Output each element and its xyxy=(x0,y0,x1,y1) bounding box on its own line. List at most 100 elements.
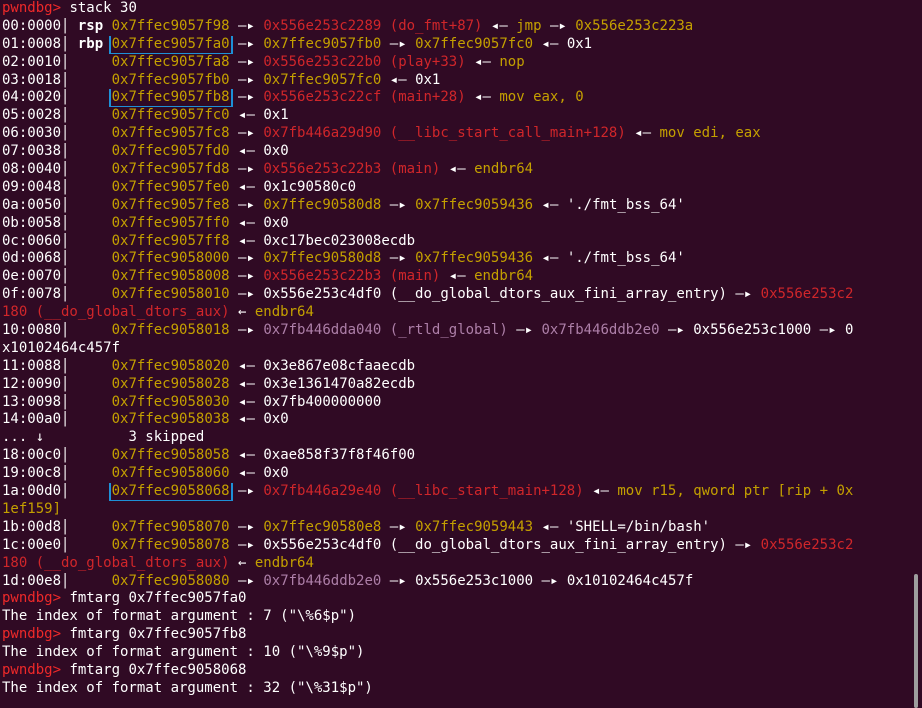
stack-index: 1a:00d0 xyxy=(2,483,62,500)
arrow-icon: —▸ xyxy=(229,89,264,106)
register-label xyxy=(69,215,111,231)
output-line: The index of format argument : 10 ("\%9$… xyxy=(2,644,910,662)
stack-row: 08:0040│ 0x7ffec9057fd8 —▸ 0x556e253c22b… xyxy=(2,161,910,179)
arrow-icon: ◂— xyxy=(440,161,475,178)
stack-address: 0x7ffec9057ff8 xyxy=(111,232,230,249)
register-label xyxy=(69,322,111,338)
arrow-icon: —▸ xyxy=(229,536,264,553)
chain-value: mov eax, 0 xyxy=(499,89,584,106)
stack-address: 0x7ffec9057fb0 xyxy=(111,71,230,88)
stack-row: 10:0080│ 0x7ffec9058018 —▸ 0x7fb446dda04… xyxy=(2,322,910,340)
register-label xyxy=(69,376,111,392)
arrow-icon: —▸ xyxy=(229,250,264,267)
chain-value: './fmt_bss_64' xyxy=(566,250,685,267)
stack-index: 0f:0078 xyxy=(2,286,62,303)
arrow-icon: ◂— xyxy=(229,107,264,124)
chain-value: 0x7fb400000000 xyxy=(263,393,382,410)
stack-row: 03:0018│ 0x7ffec9057fb0 —▸ 0x7ffec9057fc… xyxy=(2,72,910,90)
arrow-icon: ◂— xyxy=(229,143,264,160)
register-label xyxy=(69,465,111,481)
stack-index: 01:0008 xyxy=(2,35,62,52)
arrow-icon: —▸ xyxy=(229,53,264,70)
chain-value: 0x1 xyxy=(263,107,289,124)
arrow-icon: —▸ xyxy=(229,518,264,535)
chain-value: mov r15, qword ptr [rip + 0x xyxy=(617,483,854,500)
stack-index: 1c:00e0 xyxy=(2,536,62,553)
chain-value: endbr64 xyxy=(474,268,534,285)
chain-value: 0x556e253c223a xyxy=(575,17,694,34)
stack-address: 0x7ffec9058030 xyxy=(111,393,230,410)
arrow-icon: ◂— xyxy=(229,411,264,428)
arrow-icon: ◂— xyxy=(440,268,475,285)
register-label xyxy=(69,394,111,410)
chain-value: 0x7ffec90580e8 xyxy=(263,518,382,535)
chain-value: 0x1 xyxy=(415,71,441,88)
chain-value: 0x7fb446a29d90 (__libc_start_call_main+1… xyxy=(263,125,626,142)
chain-value: 0x10102464c457f xyxy=(566,572,694,589)
stack-index: 03:0018 xyxy=(2,71,62,88)
terminal-scrollbar[interactable] xyxy=(914,574,918,708)
stack-index: 06:0030 xyxy=(2,125,62,142)
chain-value: jmp xyxy=(516,17,542,34)
stack-row: 05:0028│ 0x7ffec9057fc0 ◂— 0x1 xyxy=(2,107,910,125)
chain-value: 0x0 xyxy=(263,214,289,231)
register-label xyxy=(69,358,111,374)
register-label xyxy=(69,107,111,123)
stack-address: 0x7ffec9057fa0 xyxy=(108,35,233,54)
terminal-output[interactable]: pwndbg> stack 30 00:0000│ rsp 0x7ffec9057… xyxy=(2,0,910,698)
chain-value: 0x556e253c22cf (main+28) xyxy=(263,89,466,106)
wrapped-segment: ← xyxy=(229,304,255,321)
stack-index: 1b:00d8 xyxy=(2,518,62,535)
register-label xyxy=(69,197,111,213)
wrapped-segment: endbr64 xyxy=(254,304,314,321)
arrow-icon: —▸ xyxy=(229,17,264,34)
stack-address: 0x7ffec9058060 xyxy=(111,465,230,482)
chain-value: 0xae858f37f8f46f00 xyxy=(263,447,416,464)
stack-address: 0x7ffec9058010 xyxy=(111,286,230,303)
chain-value: 0x7ffec9057fb0 xyxy=(263,35,382,52)
arrow-icon: ◂— xyxy=(583,483,618,500)
command-line: pwndbg> fmtarg 0x7ffec9058068 xyxy=(2,662,910,680)
wrapped-segment: x10102464c457f xyxy=(2,339,121,356)
stack-row: 12:0090│ 0x7ffec9058028 ◂— 0x3e1361470a8… xyxy=(2,376,910,394)
arrow-icon: ◂— xyxy=(229,357,264,374)
stack-index: 0b:0058 xyxy=(2,214,62,231)
register-label xyxy=(69,233,111,249)
chain-value: 'SHELL=/bin/bash' xyxy=(566,518,711,535)
stack-index: 18:00c0 xyxy=(2,447,62,464)
stack-index: 10:0080 xyxy=(2,322,62,339)
stack-row: 13:0098│ 0x7ffec9058030 ◂— 0x7fb40000000… xyxy=(2,394,910,412)
register-label xyxy=(69,72,111,88)
chain-value: endbr64 xyxy=(474,161,534,178)
arrow-icon: —▸ xyxy=(381,572,416,589)
arrow-icon: —▸ xyxy=(229,196,264,213)
chain-value: 0x556e253c4df0 (__do_global_dtors_aux_fi… xyxy=(263,536,727,553)
output-line: The index of format argument : 32 ("\%31… xyxy=(2,680,910,698)
stack-address: 0x7ffec9058038 xyxy=(111,411,230,428)
stack-address: 0x7ffec9057fe0 xyxy=(111,178,230,195)
chain-value: 0x556e253c2 xyxy=(760,536,854,553)
stack-row: 0f:0078│ 0x7ffec9058010 —▸ 0x556e253c4df… xyxy=(2,286,910,304)
output-text: The index of format argument : 7 ("\%6$p… xyxy=(2,608,357,625)
chain-value: 0x556e253c4df0 (__do_global_dtors_aux_fi… xyxy=(263,286,727,303)
arrow-icon: ◂— xyxy=(229,375,264,392)
skip-text: 3 skipped xyxy=(128,429,205,446)
register-label: rsp xyxy=(69,17,112,34)
chain-value: 0x0 xyxy=(263,143,289,160)
output-text: The index of format argument : 32 ("\%31… xyxy=(2,679,373,696)
stack-row: 19:00c8│ 0x7ffec9058060 ◂— 0x0 xyxy=(2,465,910,483)
chain-value: 0x556e253c22b3 (main) xyxy=(263,268,441,285)
chain-value: 0x7fb446ddb2e0 xyxy=(541,322,660,339)
chain-value: 0x3e1361470a82ecdb xyxy=(263,375,416,392)
stack-address: 0x7ffec9058028 xyxy=(111,375,230,392)
stack-row: 02:0010│ 0x7ffec9057fa8 —▸ 0x556e253c22b… xyxy=(2,54,910,72)
stack-address: 0x7ffec9058000 xyxy=(111,250,230,267)
stack-address: 0x7ffec9057fa8 xyxy=(111,53,230,70)
chain-value: 0x7fb446a29e40 (__libc_start_main+128) xyxy=(263,483,584,500)
stack-index: 09:0048 xyxy=(2,178,62,195)
stack-index: 14:00a0 xyxy=(2,411,62,428)
stack-address: 0x7ffec9057ff0 xyxy=(111,214,230,231)
prompt: pwndbg> xyxy=(2,661,62,678)
chain-value: 0x556e253c22b0 (play+33) xyxy=(263,53,466,70)
